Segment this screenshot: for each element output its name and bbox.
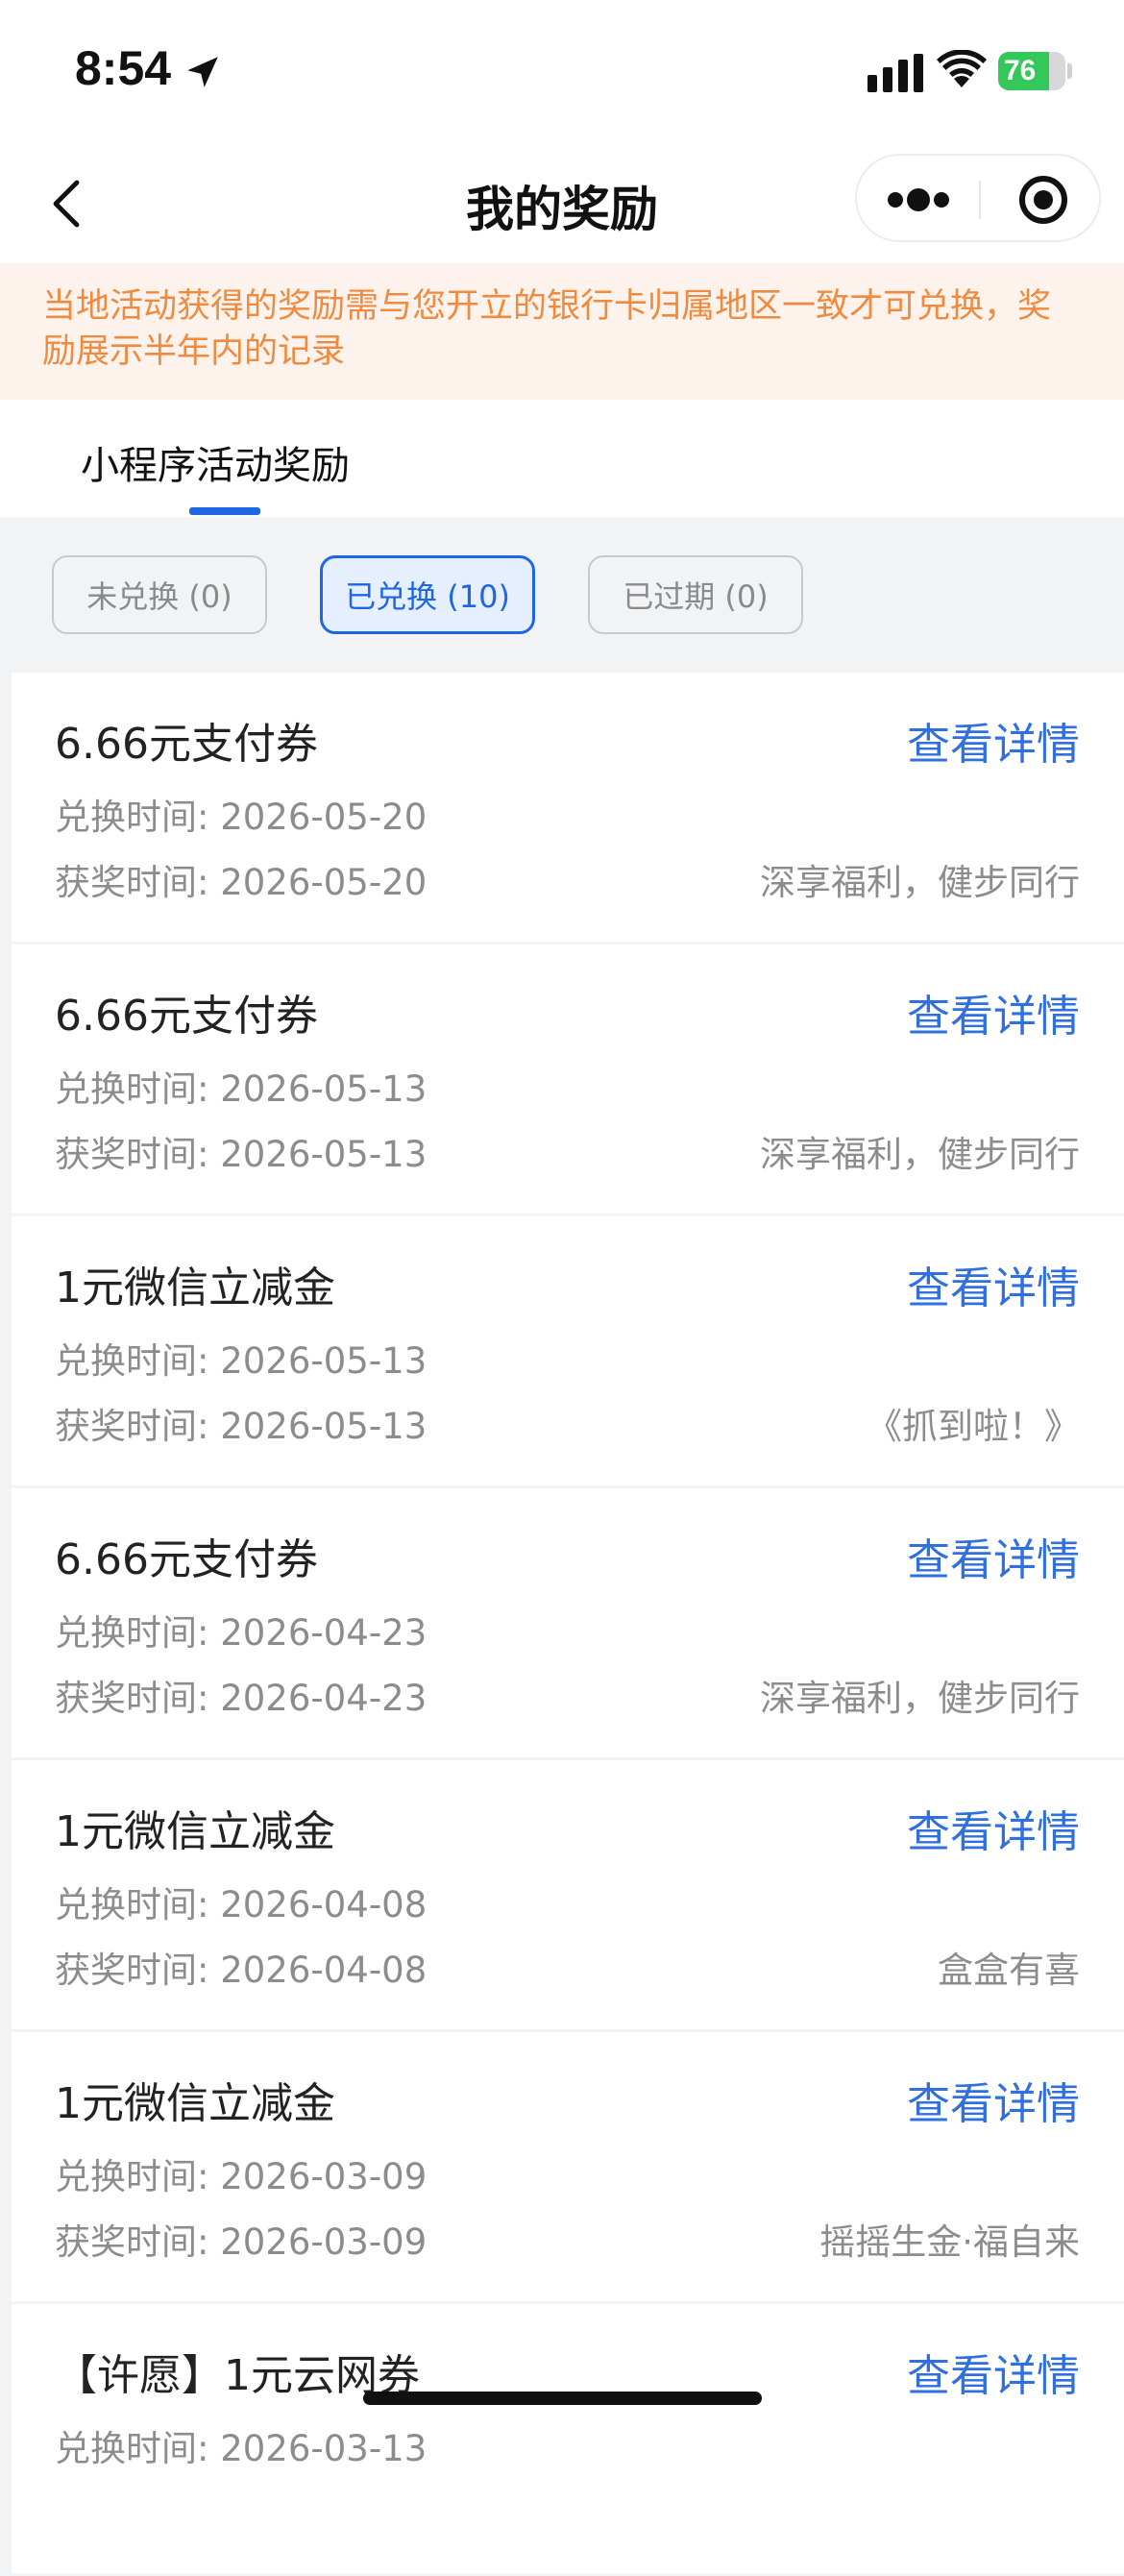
award-time: 获奖时间: 2026-05-13: [55, 1134, 428, 1175]
home-indicator[interactable]: [363, 2392, 762, 2405]
battery-percent: 76: [1004, 55, 1037, 86]
view-details-link[interactable]: 查看详情: [907, 1525, 1080, 1587]
redeem-time: 兑换时间: 2026-03-09: [55, 2156, 428, 2197]
redeem-time: 兑换时间: 2026-05-13: [55, 1340, 428, 1382]
redeem-time: 兑换时间: 2026-03-13: [55, 2428, 428, 2469]
location-arrow-icon: [187, 57, 218, 87]
reward-title: 1元微信立减金: [55, 1807, 335, 1856]
reward-card: 1元微信立减金 查看详情 兑换时间: 2026-03-09 获奖时间: 2026…: [12, 2032, 1124, 2301]
filter-unredeemed[interactable]: 未兑换 (0): [52, 555, 267, 634]
wifi-icon: [937, 50, 987, 87]
reward-card: 【许愿】1元云网券 查看详情 兑换时间: 2026-03-13: [12, 2304, 1124, 2573]
reward-card: 6.66元支付券 查看详情 兑换时间: 2026-05-13 获奖时间: 202…: [12, 945, 1124, 1214]
view-details-link[interactable]: 查看详情: [907, 1797, 1080, 1859]
target-circle-icon[interactable]: [1001, 173, 1086, 227]
view-details-link[interactable]: 查看详情: [907, 709, 1080, 772]
reward-card: 1元微信立减金 查看详情 兑换时间: 2026-05-13 获奖时间: 2026…: [12, 1216, 1124, 1485]
filter-redeemed[interactable]: 已兑换 (10): [320, 555, 535, 634]
award-time: 获奖时间: 2026-05-20: [55, 862, 428, 903]
reward-source: 深享福利，健步同行: [760, 1678, 1080, 1719]
cellular-signal-icon: [867, 54, 923, 92]
view-details-link[interactable]: 查看详情: [907, 981, 1080, 1043]
notice-banner: 当地活动获得的奖励需与您开立的银行卡归属地区一致才可兑换，奖励展示半年内的记录: [0, 263, 1124, 400]
reward-title: 6.66元支付券: [55, 1535, 318, 1584]
filter-expired[interactable]: 已过期 (0): [588, 555, 803, 634]
reward-card: 6.66元支付券 查看详情 兑换时间: 2026-04-23 获奖时间: 202…: [12, 1488, 1124, 1757]
view-details-link[interactable]: 查看详情: [907, 2069, 1080, 2131]
battery-cap: [1067, 63, 1072, 79]
mini-program-capsule: [855, 154, 1101, 242]
award-time: 获奖时间: 2026-03-09: [55, 2221, 428, 2263]
reward-source: 盒盒有喜: [938, 1950, 1080, 1991]
reward-title: 1元微信立减金: [55, 2079, 335, 2128]
reward-source: 摇摇生金·福自来: [819, 2221, 1080, 2263]
redeem-time: 兑换时间: 2026-04-08: [55, 1884, 428, 1926]
tab-active-indicator: [189, 507, 260, 515]
tab-bar: 小程序活动奖励: [0, 400, 1124, 517]
redeem-time: 兑换时间: 2026-05-13: [55, 1068, 428, 1110]
view-details-link[interactable]: 查看详情: [907, 2341, 1080, 2403]
reward-card: 1元微信立减金 查看详情 兑换时间: 2026-04-08 获奖时间: 2026…: [12, 1760, 1124, 2029]
filter-row: 未兑换 (0) 已兑换 (10) 已过期 (0): [0, 517, 1124, 673]
redeem-time: 兑换时间: 2026-04-23: [55, 1612, 428, 1654]
reward-title: 6.66元支付券: [55, 720, 318, 769]
award-time: 获奖时间: 2026-04-23: [55, 1678, 428, 1719]
battery-indicator: 76: [998, 52, 1065, 90]
nav-bar: 我的奖励: [0, 144, 1124, 263]
view-details-link[interactable]: 查看详情: [907, 1253, 1080, 1315]
reward-title: 1元微信立减金: [55, 1263, 335, 1313]
status-bar: 8:54 76: [0, 0, 1124, 144]
reward-title: 6.66元支付券: [55, 992, 318, 1041]
redeem-time: 兑换时间: 2026-05-20: [55, 797, 428, 838]
status-time: 8:54: [75, 41, 172, 95]
capsule-divider: [979, 181, 981, 219]
reward-source: 深享福利，健步同行: [760, 1134, 1080, 1175]
reward-card: 6.66元支付券 查看详情 兑换时间: 2026-05-20 获奖时间: 202…: [12, 673, 1124, 942]
reward-list: 6.66元支付券 查看详情 兑换时间: 2026-05-20 获奖时间: 202…: [12, 673, 1124, 2576]
reward-source: 深享福利，健步同行: [760, 862, 1080, 903]
award-time: 获奖时间: 2026-04-08: [55, 1950, 428, 1991]
reward-source: 《抓到啦！》: [867, 1406, 1080, 1447]
tab-mini-program-rewards[interactable]: 小程序活动奖励: [81, 434, 350, 490]
award-time: 获奖时间: 2026-05-13: [55, 1406, 428, 1447]
more-dots-icon[interactable]: [876, 173, 961, 227]
